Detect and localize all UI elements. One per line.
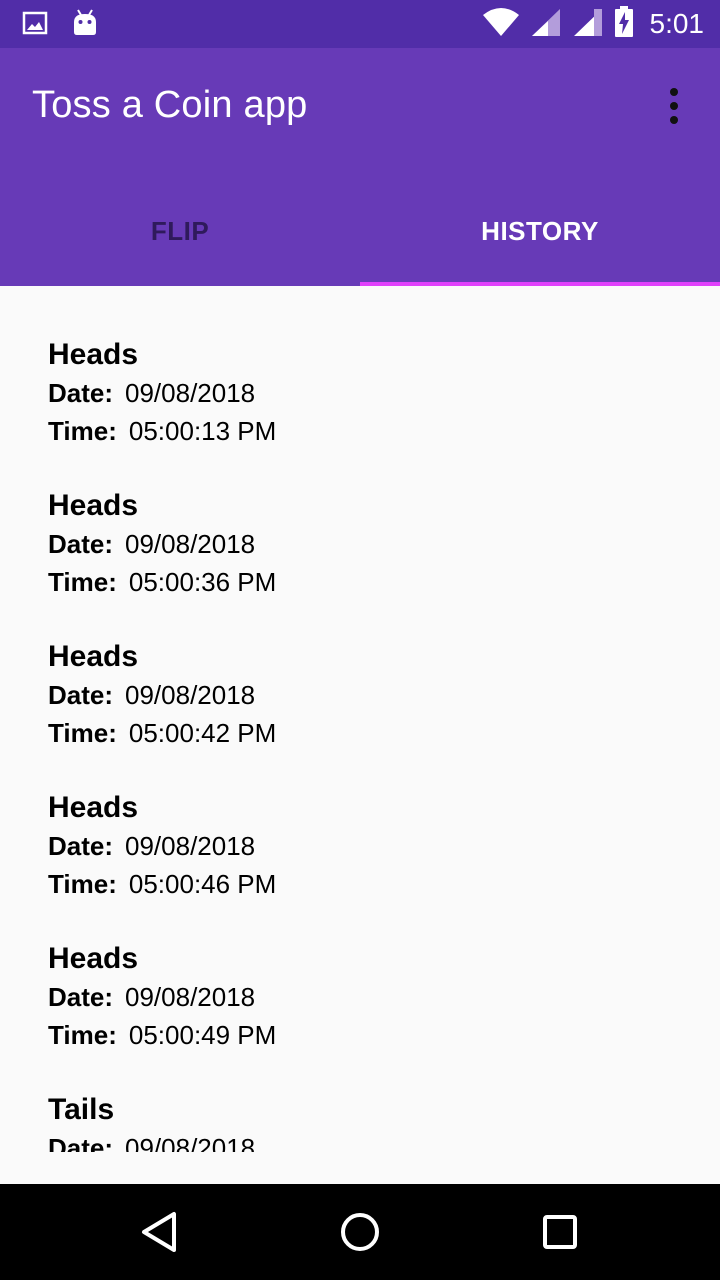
- more-vert-icon[interactable]: [658, 86, 690, 126]
- entry-date: 09/08/2018: [125, 680, 256, 710]
- signal-icon: [530, 7, 562, 42]
- date-label: Date:: [48, 529, 114, 559]
- wifi-icon: [482, 7, 520, 42]
- tab-history[interactable]: HISTORY: [360, 176, 720, 286]
- signal-icon: [572, 7, 604, 42]
- date-label: Date:: [48, 831, 114, 861]
- time-label: Time:: [48, 718, 117, 748]
- entry-result: Heads: [48, 338, 139, 371]
- app-title: Toss a Coin app: [32, 84, 308, 126]
- navigation-bar: [0, 1184, 720, 1280]
- list-item: Tails Date: 09/08/2018: [48, 1091, 255, 1152]
- entry-result: Heads: [48, 942, 139, 975]
- entry-time: 05:00:13 PM: [128, 416, 277, 446]
- date-label: Date:: [48, 1133, 114, 1152]
- list-item: Heads Date: 09/08/2018 Time: 05:00:42 PM: [48, 638, 276, 752]
- tab-history-label: HISTORY: [481, 215, 599, 246]
- list-item: Heads Date: 09/08/2018 Time: 05:00:13 PM: [48, 336, 276, 450]
- app-bar: Toss a Coin app FLIP HISTORY: [0, 48, 720, 286]
- date-label: Date:: [48, 982, 114, 1012]
- history-list[interactable]: Heads Date: 09/08/2018 Time: 05:00:13 PM H…: [0, 286, 720, 1152]
- entry-result: Heads: [48, 489, 139, 522]
- list-item: Heads Date: 09/08/2018 Time: 05:00:36 PM: [48, 487, 276, 601]
- android-icon: [72, 8, 98, 43]
- date-label: Date:: [48, 378, 114, 408]
- tab-flip[interactable]: FLIP: [0, 176, 360, 286]
- list-item: Heads Date: 09/08/2018 Time: 05:00:46 PM: [48, 789, 276, 903]
- time-label: Time:: [48, 869, 117, 899]
- entry-date: 09/08/2018: [125, 529, 256, 559]
- entry-date: 09/08/2018: [125, 982, 256, 1012]
- entry-time: 05:00:46 PM: [128, 869, 277, 899]
- image-icon: [22, 10, 48, 41]
- time-label: Time:: [48, 1020, 117, 1050]
- list-item: Heads Date: 09/08/2018 Time: 05:00:49 PM: [48, 940, 276, 1054]
- home-icon[interactable]: [336, 1208, 384, 1256]
- status-clock: 5:01: [649, 8, 705, 39]
- entry-result: Heads: [48, 640, 139, 673]
- time-label: Time:: [48, 567, 117, 597]
- time-label: Time:: [48, 416, 117, 446]
- entry-date: 09/08/2018: [125, 1133, 256, 1152]
- recents-icon[interactable]: [536, 1208, 584, 1256]
- tab-bar: FLIP HISTORY: [0, 176, 720, 286]
- back-icon[interactable]: [136, 1208, 184, 1256]
- entry-time: 05:00:49 PM: [128, 1020, 277, 1050]
- entry-result: Tails: [48, 1093, 115, 1126]
- entry-result: Heads: [48, 791, 139, 824]
- entry-date: 09/08/2018: [125, 378, 256, 408]
- entry-time: 05:00:42 PM: [128, 718, 277, 748]
- entry-time: 05:00:36 PM: [128, 567, 277, 597]
- tab-flip-label: FLIP: [150, 215, 210, 246]
- battery-charging-icon: [614, 5, 634, 43]
- date-label: Date:: [48, 680, 114, 710]
- status-bar: 5:01: [0, 0, 720, 48]
- entry-date: 09/08/2018: [125, 831, 256, 861]
